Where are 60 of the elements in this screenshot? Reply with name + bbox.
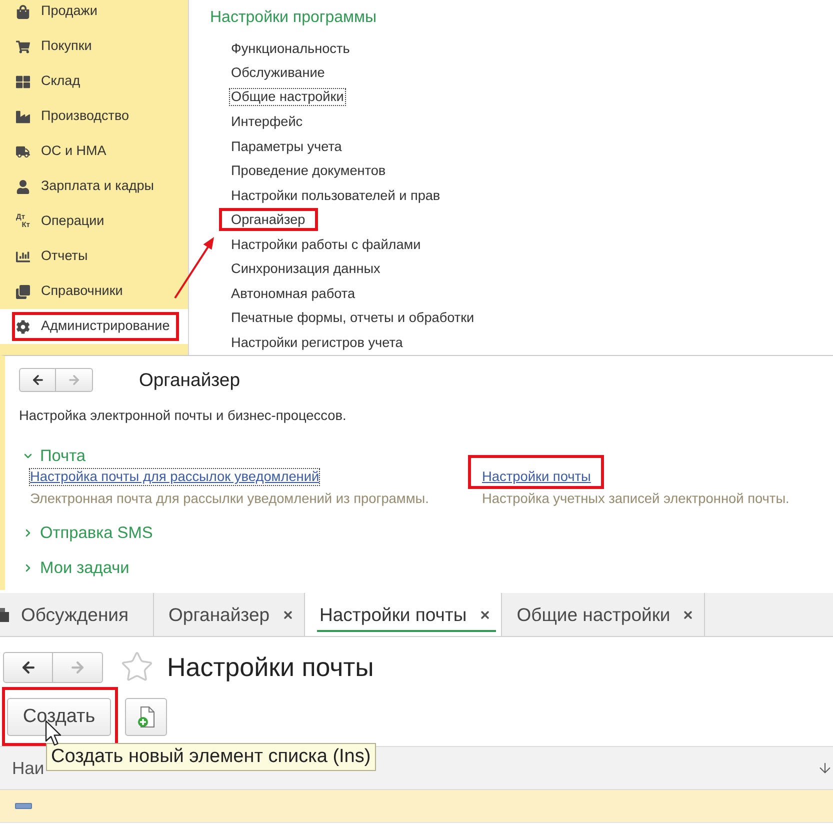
add-document-button[interactable]: [125, 698, 167, 736]
tooltip: Создать новый элемент списка (Ins): [46, 743, 376, 771]
page-description: Настройка электронной почты и бизнес-процессов.: [19, 407, 346, 425]
sidebar-item[interactable]: ОС и НМА: [12, 137, 116, 166]
back-button[interactable]: [3, 652, 53, 682]
menu-link[interactable]: Печатные формы, отчеты и обработки: [231, 309, 474, 326]
menu-link[interactable]: Параметры учета: [231, 138, 342, 155]
menu-link[interactable]: Функциональность: [231, 40, 350, 57]
tab[interactable]: Общие настройки: [502, 593, 706, 636]
tab[interactable]: Настройки почты: [304, 593, 502, 636]
sidebar-item[interactable]: Зарплата и кадры: [12, 172, 163, 201]
sidebar-item[interactable]: Производство: [12, 102, 138, 131]
menu-link[interactable]: Интерфейс: [231, 113, 303, 130]
back-button[interactable]: [19, 368, 56, 392]
section-toggle[interactable]: Почта: [22, 446, 86, 466]
column-header[interactable]: Наи: [12, 754, 44, 782]
close-icon[interactable]: [282, 608, 294, 620]
sidebar-item[interactable]: Продажи: [12, 0, 106, 26]
grid-icon: [16, 74, 30, 88]
settings-link[interactable]: Настройки почты: [468, 455, 604, 489]
create-button[interactable]: Создать: [7, 698, 111, 736]
menu-link[interactable]: Проведение документов: [231, 162, 386, 180]
menu-link[interactable]: Обслуживание: [231, 64, 325, 82]
sidebar-item[interactable]: Справочники: [12, 277, 132, 306]
section-toggle[interactable]: Мои задачи: [22, 558, 130, 578]
sidebar-item[interactable]: Покупки: [12, 32, 101, 61]
close-icon[interactable]: [682, 608, 694, 620]
truck-icon: [16, 144, 30, 158]
menu-link[interactable]: Органайзер: [219, 208, 318, 232]
dash-icon: [15, 803, 32, 809]
section-toggle[interactable]: Отправка SMS: [22, 523, 153, 543]
close-icon[interactable]: [478, 608, 491, 620]
menu-link[interactable]: Синхронизация данных: [231, 260, 380, 278]
menu-link[interactable]: Настройки работы с файлами: [231, 236, 421, 253]
cart-icon: [16, 40, 30, 54]
menu-link[interactable]: Автономная работа: [231, 284, 356, 302]
tab[interactable]: Обсуждения: [0, 593, 154, 636]
settings-link[interactable]: Настройка почты для рассылок уведомлений: [29, 468, 320, 486]
person-icon: [16, 180, 30, 194]
new-document-icon: [137, 706, 155, 728]
sidebar-item[interactable]: Отчеты: [12, 242, 97, 271]
arrow-right-icon: [67, 373, 81, 387]
menu-link[interactable]: Настройки регистров учета: [231, 334, 403, 351]
settings-icon: [16, 320, 30, 334]
link-description: Электронная почта для рассылки уведомлений из программы.: [30, 490, 429, 508]
sort-icon[interactable]: [817, 760, 833, 776]
factory-icon: [16, 110, 30, 124]
bar-chart-icon: [16, 250, 30, 264]
link-description: Настройка учетных записей электронной почты.: [482, 490, 790, 508]
arrow-left-icon: [30, 373, 44, 387]
sidebar-item[interactable]: Склад: [12, 67, 90, 96]
section-heading: Настройки программы: [210, 8, 376, 28]
bag-icon: [16, 4, 30, 18]
page-title: Органайзер: [139, 368, 240, 392]
menu-link[interactable]: Общие настройки: [229, 88, 346, 106]
documents-icon: [0, 608, 9, 622]
sidebar-item[interactable]: Администрирование: [12, 312, 179, 341]
stacked-pages-icon: [16, 284, 30, 298]
page-title: Настройки почты: [167, 652, 374, 682]
menu-link[interactable]: Настройки пользователей и прав: [231, 186, 440, 204]
